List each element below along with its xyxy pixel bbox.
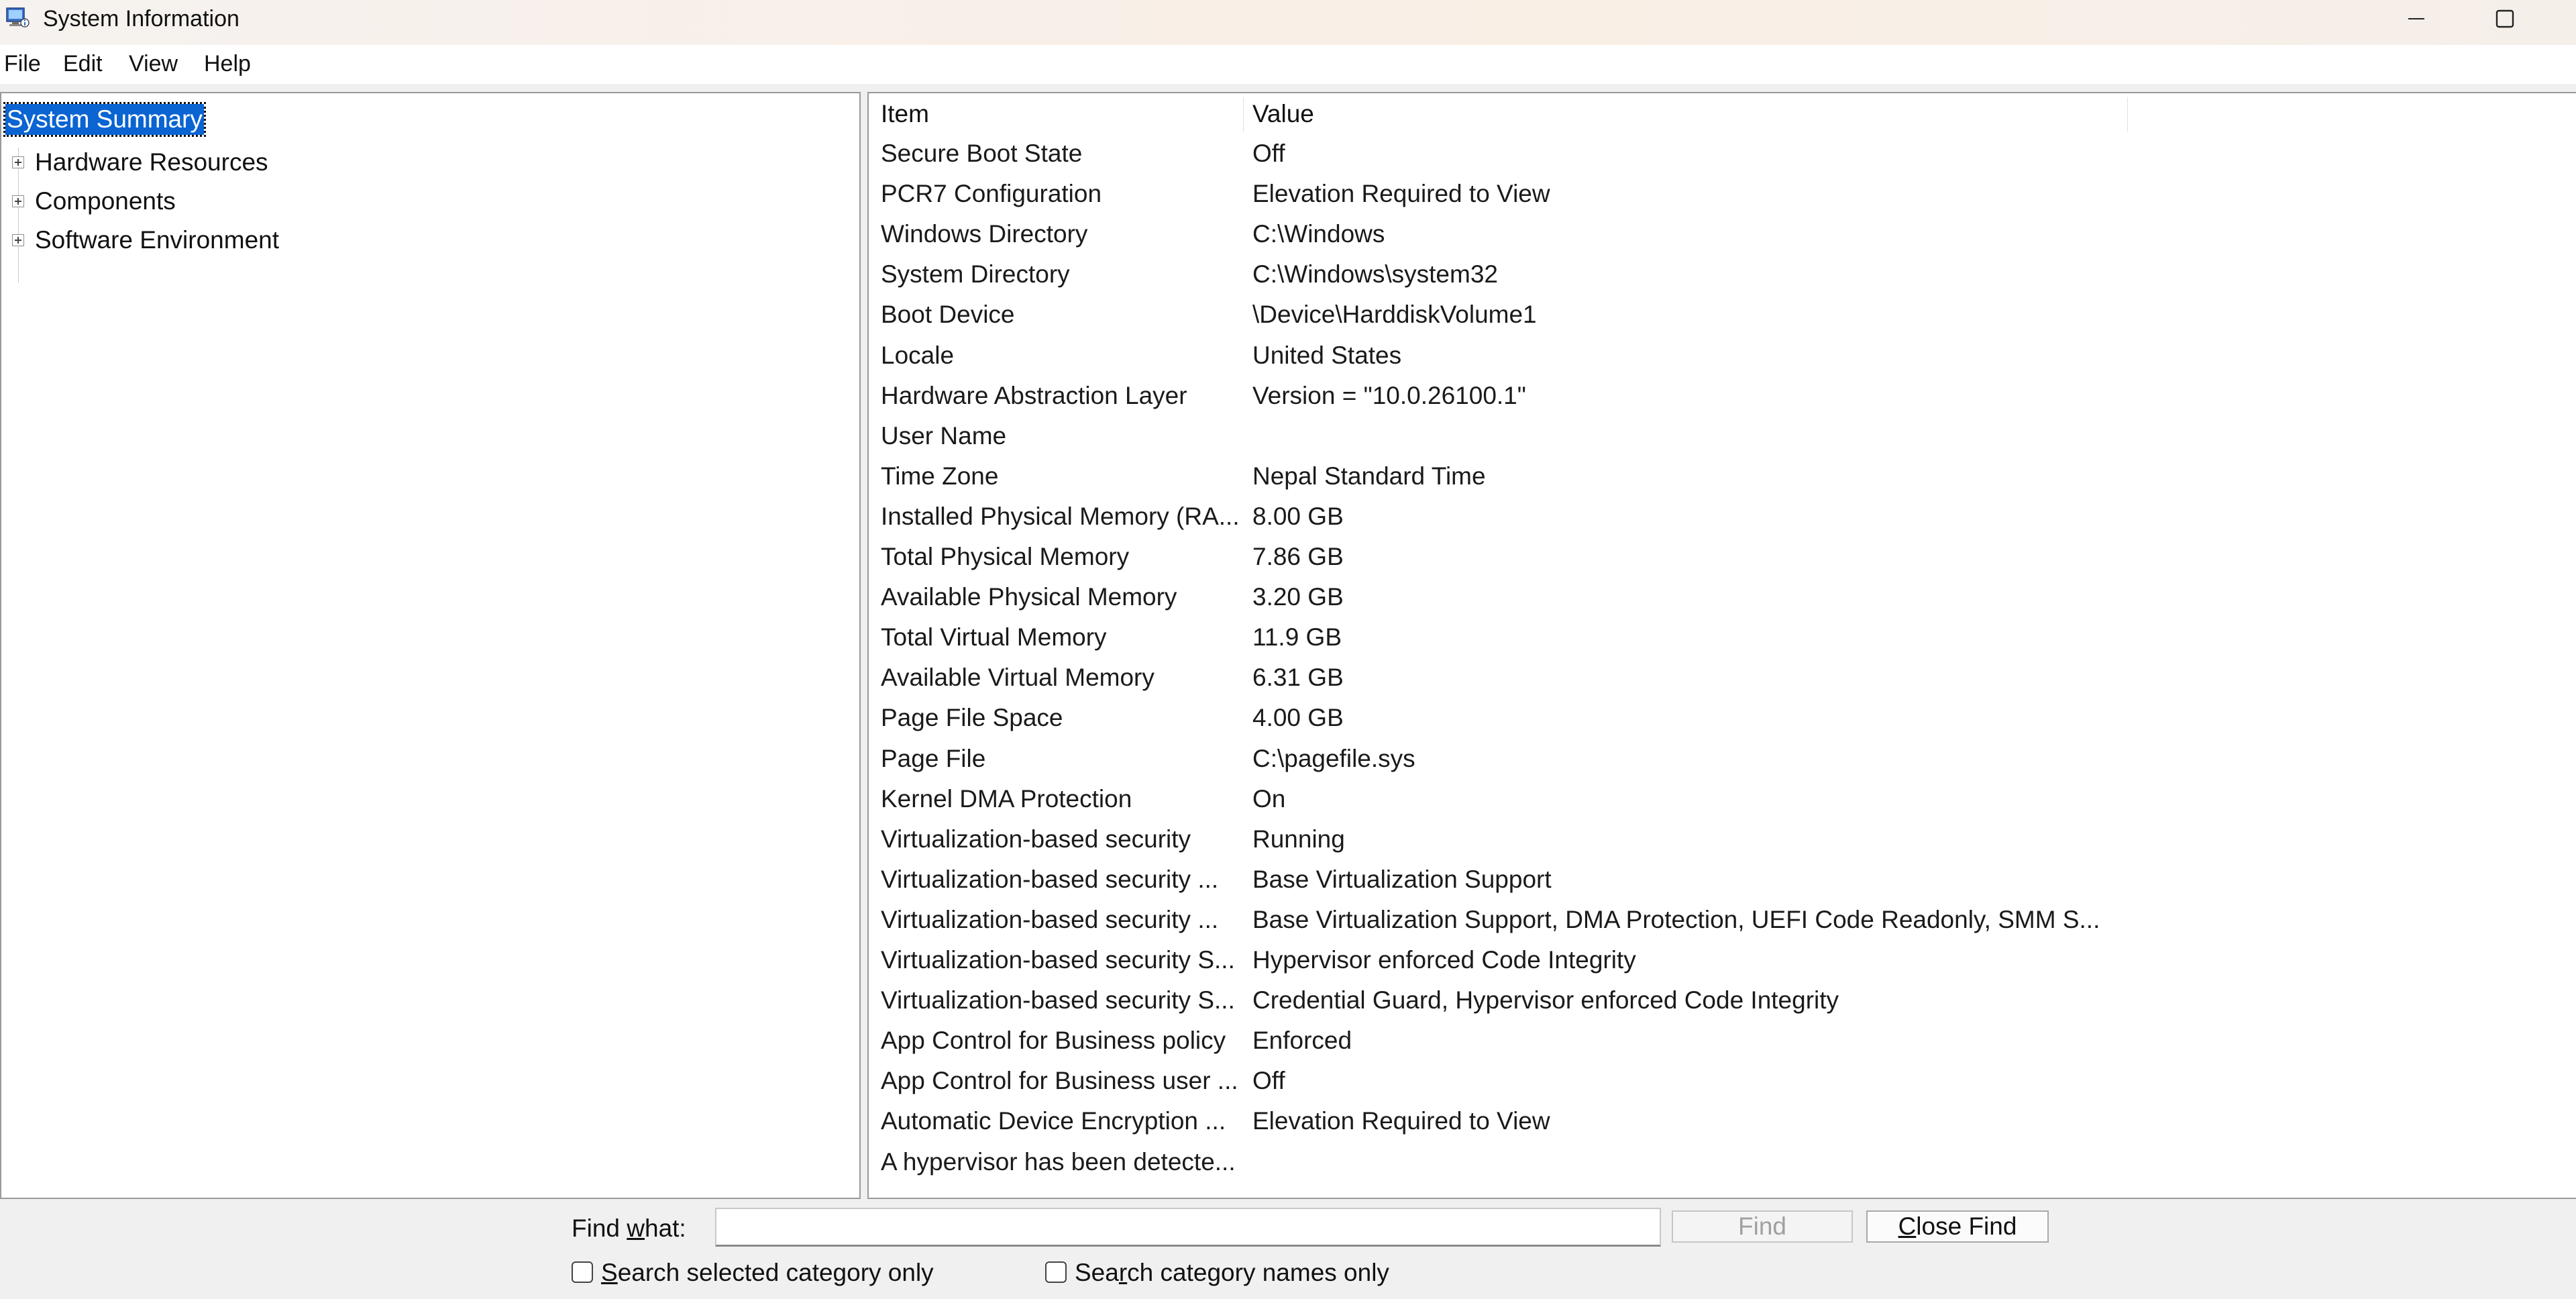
details-list[interactable]: Item Value Secure Boot State Off PCR7 Conf… [867, 92, 2576, 1199]
system-information-app-icon [6, 7, 30, 28]
category-tree[interactable]: System Summary Hardware Resources Compon… [0, 92, 861, 1199]
list-cell-item[interactable]: Secure Boot State [881, 138, 1243, 170]
maximize-icon [2496, 9, 2514, 28]
tree-item-software-environment[interactable]: Software Environment [35, 225, 279, 256]
column-header-item[interactable]: Item [881, 93, 929, 135]
list-cell-value[interactable]: Elevation Required to View [1252, 178, 2125, 210]
expand-components-icon[interactable] [12, 195, 24, 207]
menu-edit[interactable]: Edit [63, 50, 103, 77]
find-button[interactable]: Find [1672, 1210, 1853, 1243]
title-bar: System Information [0, 0, 2576, 45]
menu-bar: File Edit View Help [0, 45, 2576, 84]
find-what-label: Find what: [572, 1214, 686, 1242]
list-cell-item[interactable]: Available Virtual Memory [881, 662, 1243, 694]
list-cell-item[interactable]: Hardware Abstraction Layer [881, 380, 1243, 412]
minimize-button[interactable] [2372, 0, 2461, 38]
search-category-names-checkbox[interactable] [1045, 1261, 1067, 1283]
list-cell-item[interactable]: Automatic Device Encryption ... [881, 1105, 1243, 1137]
list-cell-value[interactable]: Credential Guard, Hypervisor enforced Co… [1252, 984, 2125, 1017]
list-cell-item[interactable]: A hypervisor has been detecte... [881, 1146, 1243, 1178]
list-cell-value[interactable]: United States [1252, 340, 2125, 372]
list-cell-value[interactable]: Running [1252, 823, 2125, 855]
list-cell-item[interactable]: Virtualization-based security S... [881, 944, 1243, 976]
list-cell-value[interactable]: C:\Windows [1252, 218, 2125, 250]
list-cell-item[interactable]: Total Virtual Memory [881, 621, 1243, 654]
list-cell-item[interactable]: Page File Space [881, 702, 1243, 734]
list-cell-value[interactable]: 11.9 GB [1252, 621, 2125, 654]
list-cell-item[interactable]: User Name [881, 420, 1243, 452]
list-cell-value[interactable]: C:\Windows\system32 [1252, 258, 2125, 291]
list-cell-value[interactable]: 6.31 GB [1252, 662, 2125, 694]
list-cell-item[interactable]: Page File [881, 743, 1243, 775]
tree-item-system-summary[interactable]: System Summary [3, 102, 206, 137]
list-cell-value[interactable]: \Device\HarddiskVolume1 [1252, 299, 2125, 331]
list-cell-item[interactable]: PCR7 Configuration [881, 178, 1243, 210]
list-cell-item[interactable]: App Control for Business policy [881, 1025, 1243, 1057]
list-cell-item[interactable]: System Directory [881, 258, 1243, 291]
column-separator[interactable] [2127, 97, 2128, 132]
list-cell-value[interactable]: Enforced [1252, 1025, 2125, 1057]
main-area: System Summary Hardware Resources Compon… [0, 84, 2576, 1201]
list-cell-value[interactable]: Base Virtualization Support, DMA Protect… [1252, 904, 2125, 936]
list-cell-item[interactable]: Time Zone [881, 460, 1243, 492]
list-cell-item[interactable]: Available Physical Memory [881, 581, 1243, 613]
list-cell-item[interactable]: App Control for Business user ... [881, 1065, 1243, 1097]
menu-file[interactable]: File [4, 50, 41, 77]
list-cell-value[interactable]: C:\pagefile.sys [1252, 743, 2125, 775]
list-cell-value[interactable]: 8.00 GB [1252, 501, 2125, 533]
list-cell-item[interactable]: Virtualization-based security ... [881, 864, 1243, 896]
list-cell-value[interactable]: Elevation Required to View [1252, 1105, 2125, 1137]
maximize-button[interactable] [2461, 0, 2549, 38]
expand-hardware-resources-icon[interactable] [12, 156, 24, 168]
list-cell-item[interactable]: Boot Device [881, 299, 1243, 331]
list-cell-value[interactable]: On [1252, 783, 2125, 815]
list-cell-item[interactable]: Virtualization-based security S... [881, 984, 1243, 1017]
minimize-icon [2408, 18, 2424, 19]
list-cell-item[interactable]: Virtualization-based security [881, 823, 1243, 855]
list-cell-value[interactable]: Version = "10.0.26100.1" [1252, 380, 2125, 412]
list-cell-value[interactable]: Off [1252, 1065, 2125, 1097]
find-what-input[interactable] [715, 1208, 1661, 1247]
list-cell-item[interactable]: Installed Physical Memory (RA... [881, 501, 1243, 533]
list-cell-item[interactable]: Total Physical Memory [881, 541, 1243, 573]
list-cell-value[interactable]: Hypervisor enforced Code Integrity [1252, 944, 2125, 976]
column-separator[interactable] [1243, 97, 1244, 132]
list-cell-value[interactable]: 3.20 GB [1252, 581, 2125, 613]
list-cell-item[interactable]: Locale [881, 340, 1243, 372]
list-cell-value[interactable]: 7.86 GB [1252, 541, 2125, 573]
window-title: System Information [43, 6, 239, 32]
list-cell-value[interactable]: Nepal Standard Time [1252, 460, 2125, 492]
list-cell-item[interactable]: Kernel DMA Protection [881, 783, 1243, 815]
search-category-names-label[interactable]: Search category names only [1075, 1257, 1389, 1288]
list-cell-value[interactable]: Off [1252, 138, 2125, 170]
search-selected-category-label[interactable]: Search selected category only [601, 1257, 934, 1288]
list-cell-value[interactable]: Base Virtualization Support [1252, 864, 2125, 896]
tree-connector-line [18, 148, 19, 282]
close-find-button[interactable]: Close Find [1866, 1210, 2049, 1243]
list-cell-item[interactable]: Windows Directory [881, 218, 1243, 250]
tree-item-hardware-resources[interactable]: Hardware Resources [35, 147, 268, 178]
list-cell-value[interactable]: 4.00 GB [1252, 702, 2125, 734]
menu-view[interactable]: View [129, 50, 178, 77]
find-bar: Find what: Find Close Find Search select… [0, 1201, 2576, 1299]
tree-item-components[interactable]: Components [35, 186, 176, 217]
list-cell-item[interactable]: Virtualization-based security ... [881, 904, 1243, 936]
menu-help[interactable]: Help [204, 50, 251, 77]
expand-software-environment-icon[interactable] [12, 234, 24, 246]
column-header-value[interactable]: Value [1252, 93, 1314, 135]
search-selected-category-checkbox[interactable] [572, 1261, 593, 1283]
